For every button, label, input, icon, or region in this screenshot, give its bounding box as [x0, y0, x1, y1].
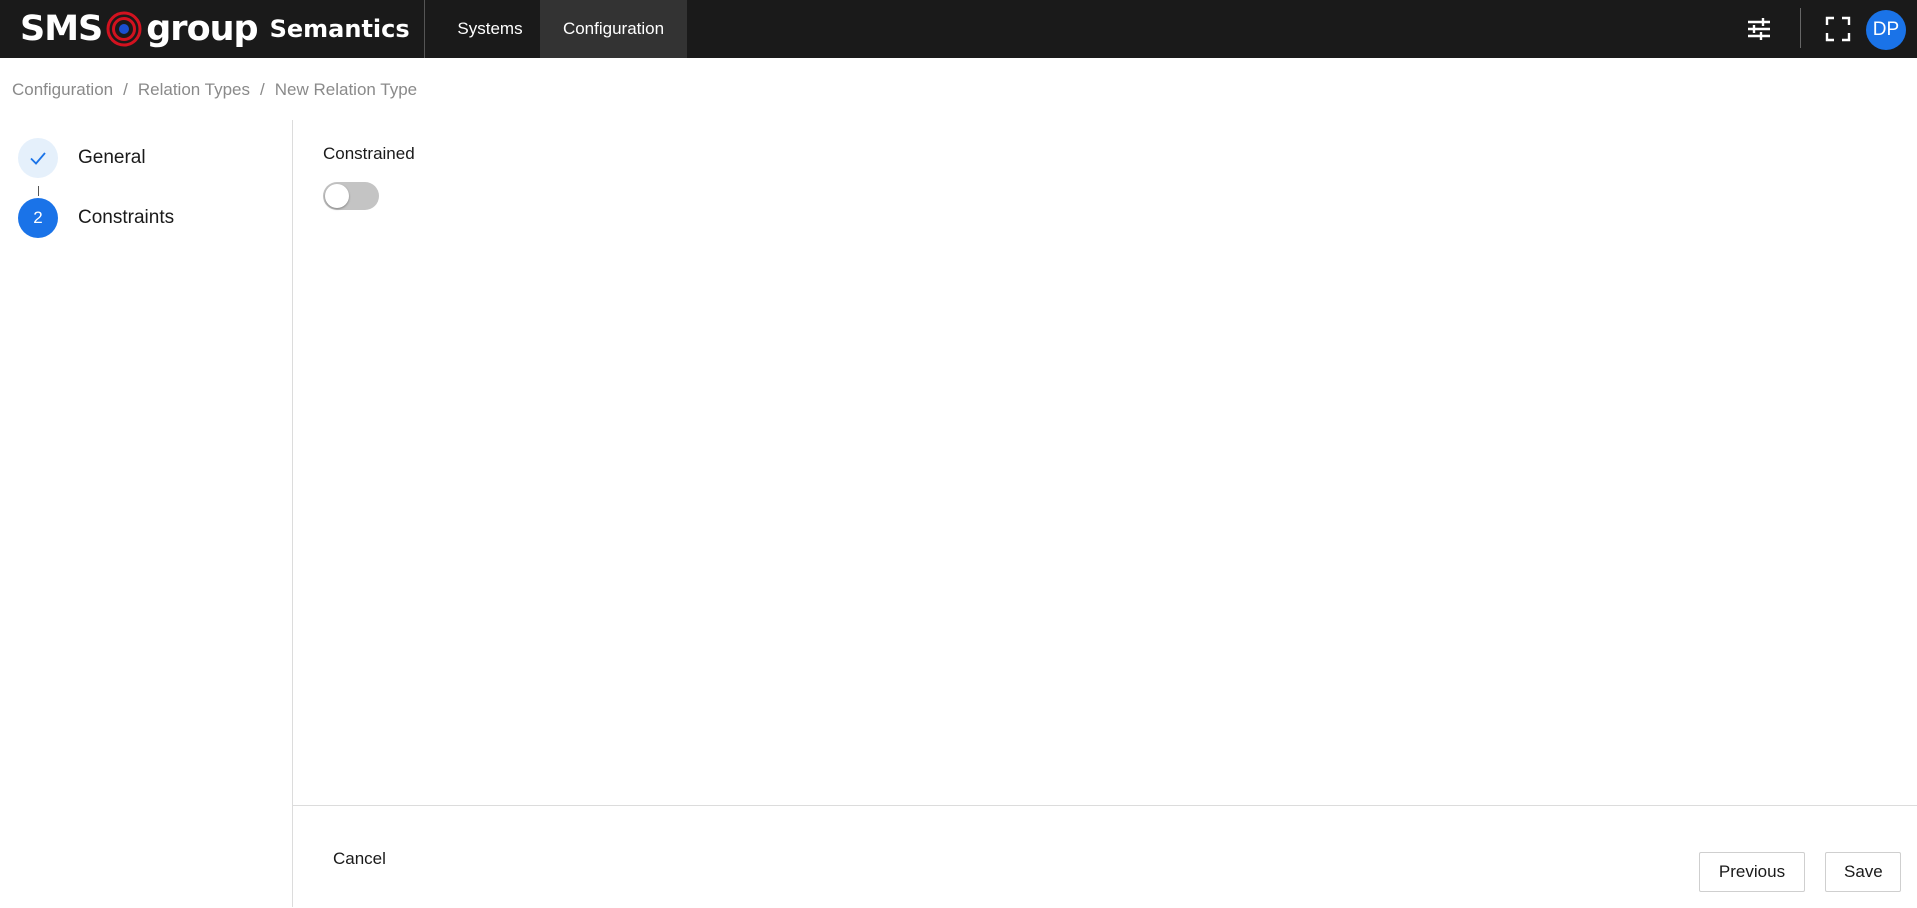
nav-systems[interactable]: Systems [440, 0, 540, 58]
brand-sms-text: SMS [20, 9, 103, 49]
brand-divider [424, 0, 425, 58]
step-label-constraints: Constraints [78, 207, 175, 228]
step-number: 2 [18, 198, 58, 238]
nav-configuration[interactable]: Configuration [540, 0, 687, 58]
cancel-button[interactable]: Cancel [333, 849, 386, 869]
wizard-stepper: General 2 Constraints [0, 120, 293, 907]
step-connector [38, 186, 39, 196]
step-circle-done [18, 138, 58, 178]
breadcrumb: Configuration / Relation Types / New Relatio… [12, 80, 417, 100]
breadcrumb-current: New Relation Type [274, 80, 418, 99]
user-avatar[interactable]: DP [1866, 10, 1906, 50]
sms-group-logo-icon [106, 11, 142, 47]
toolbar-separator [1800, 8, 1801, 48]
sliders-icon[interactable] [1744, 14, 1774, 44]
breadcrumb-relation-types[interactable]: Relation Types [138, 80, 250, 100]
brand-group-text: group [146, 9, 258, 49]
step-constraints[interactable]: 2 Constraints [18, 198, 174, 238]
constrained-label: Constrained [323, 144, 415, 163]
step-label-general: General [78, 147, 146, 168]
breadcrumb-configuration[interactable]: Configuration [12, 80, 113, 100]
save-button[interactable]: Save [1825, 852, 1901, 892]
constrained-toggle[interactable] [323, 182, 379, 210]
toggle-knob [325, 184, 349, 208]
previous-button[interactable]: Previous [1699, 852, 1805, 892]
brand-logo[interactable]: SMS group Semantics [20, 0, 410, 58]
product-name: Semantics [269, 15, 410, 43]
fullscreen-icon[interactable] [1823, 14, 1853, 44]
constraints-panel: Constrained [293, 120, 1917, 805]
step-general[interactable]: General [18, 138, 146, 178]
top-bar: SMS group Semantics Systems Configuratio… [0, 0, 1917, 58]
breadcrumb-separator: / [123, 80, 128, 99]
check-icon [30, 152, 46, 165]
breadcrumb-separator: / [260, 80, 265, 99]
wizard-footer: Cancel Previous Save [293, 805, 1917, 908]
